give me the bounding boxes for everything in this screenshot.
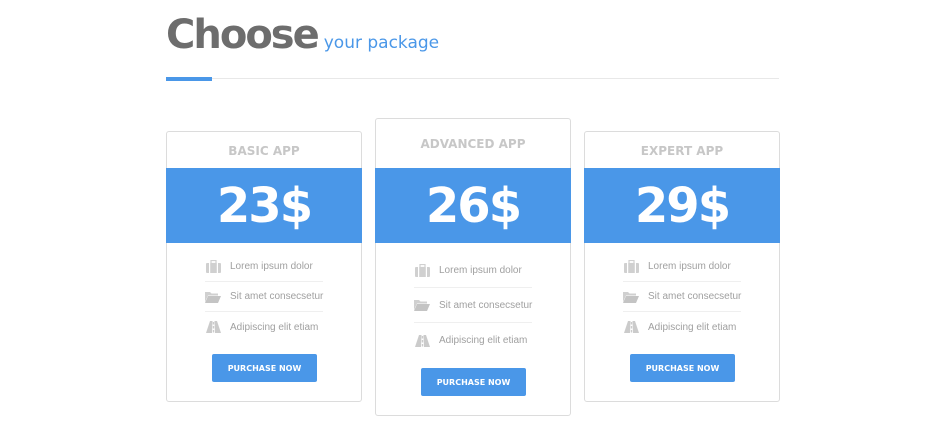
plan-price: 26$ bbox=[425, 177, 522, 234]
plan-name: ADVANCED APP bbox=[420, 137, 526, 151]
purchase-now-button[interactable]: PURCHASE NOW bbox=[421, 368, 526, 396]
folder-open-icon bbox=[205, 290, 221, 304]
briefcase-icon bbox=[623, 260, 639, 274]
pricing-card-expert: EXPERT APP 29$ Lorem ipsum dolor Sit ame… bbox=[584, 131, 780, 402]
page-title: Choose bbox=[166, 12, 320, 58]
road-icon bbox=[623, 320, 639, 334]
price-band: 23$ bbox=[166, 168, 362, 243]
feature-list: Lorem ipsum dolor Sit amet consecsetur A… bbox=[205, 252, 323, 342]
feature-label: Lorem ipsum dolor bbox=[439, 264, 522, 276]
feature-list: Lorem ipsum dolor Sit amet consecsetur A… bbox=[414, 253, 532, 358]
plan-price: 29$ bbox=[634, 177, 731, 234]
road-icon bbox=[205, 320, 221, 334]
pricing-card-basic: BASIC APP 23$ Lorem ipsum dolor Sit amet… bbox=[166, 131, 362, 402]
list-item: Adipiscing elit etiam bbox=[623, 312, 741, 342]
page-header: Choose your package bbox=[166, 12, 439, 58]
feature-label: Adipiscing elit etiam bbox=[439, 335, 528, 346]
feature-list: Lorem ipsum dolor Sit amet consecsetur A… bbox=[623, 252, 741, 342]
briefcase-icon bbox=[205, 260, 221, 274]
feature-label: Sit amet consecsetur bbox=[648, 291, 742, 302]
purchase-now-button[interactable]: PURCHASE NOW bbox=[212, 354, 317, 382]
header-divider bbox=[166, 78, 779, 79]
price-band: 29$ bbox=[584, 168, 780, 243]
folder-open-icon bbox=[623, 290, 639, 304]
plan-name: BASIC APP bbox=[228, 144, 300, 158]
feature-label: Lorem ipsum dolor bbox=[230, 261, 313, 272]
feature-label: Adipiscing elit etiam bbox=[230, 321, 319, 333]
feature-label: Sit amet consecsetur bbox=[439, 299, 533, 311]
list-item: Sit amet consecsetur bbox=[205, 282, 323, 312]
list-item: Lorem ipsum dolor bbox=[414, 253, 532, 288]
list-item: Adipiscing elit etiam bbox=[414, 323, 532, 358]
header-accent-bar bbox=[166, 77, 212, 81]
purchase-now-button[interactable]: PURCHASE NOW bbox=[630, 354, 735, 382]
feature-label: Lorem ipsum dolor bbox=[648, 261, 731, 272]
list-item: Adipiscing elit etiam bbox=[205, 312, 323, 342]
folder-open-icon bbox=[414, 298, 430, 312]
list-item: Lorem ipsum dolor bbox=[205, 252, 323, 282]
feature-label: Adipiscing elit etiam bbox=[648, 321, 737, 333]
list-item: Sit amet consecsetur bbox=[414, 288, 532, 323]
price-band: 26$ bbox=[375, 168, 571, 243]
plan-price: 23$ bbox=[216, 177, 313, 234]
pricing-card-advanced: ADVANCED APP 26$ Lorem ipsum dolor Sit a… bbox=[375, 118, 571, 416]
list-item: Lorem ipsum dolor bbox=[623, 252, 741, 282]
plan-name: EXPERT APP bbox=[640, 144, 724, 158]
briefcase-icon bbox=[414, 263, 430, 277]
list-item: Sit amet consecsetur bbox=[623, 282, 741, 312]
page-subtitle: your package bbox=[323, 33, 440, 53]
feature-label: Sit amet consecsetur bbox=[230, 291, 324, 302]
road-icon bbox=[414, 334, 430, 348]
